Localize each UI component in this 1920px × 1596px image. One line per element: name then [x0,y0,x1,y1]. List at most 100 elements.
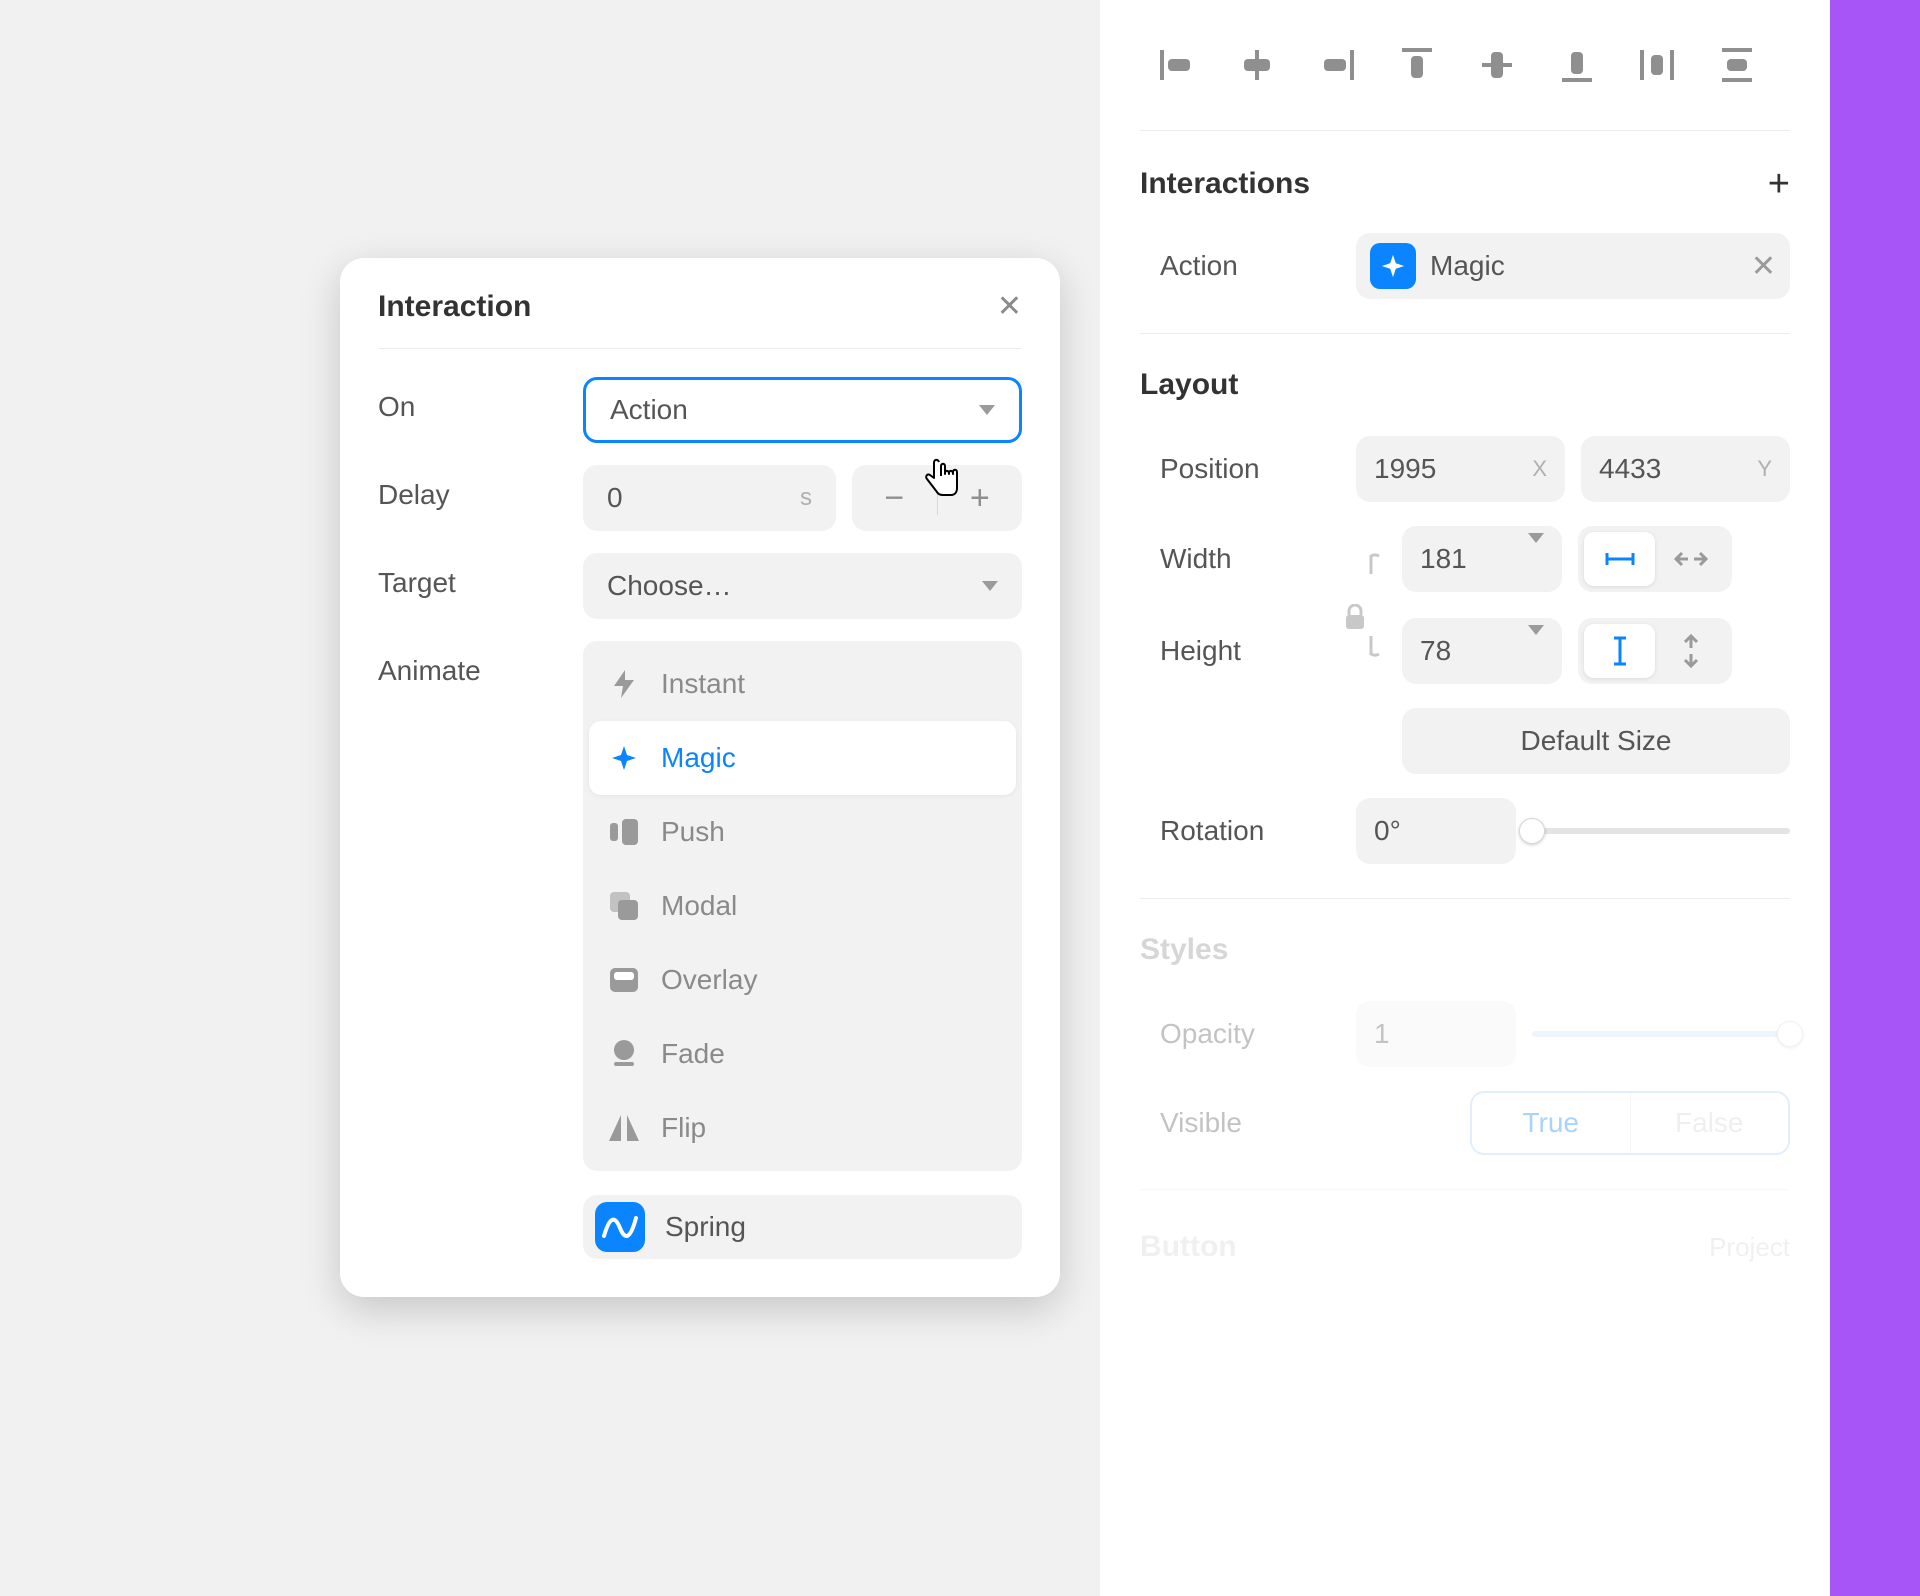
rotation-value: 0° [1374,815,1401,847]
slider-thumb[interactable] [1519,818,1545,844]
height-input[interactable]: 78 [1402,618,1562,684]
height-sizing-toggle [1578,618,1732,684]
on-label: On [378,377,583,423]
stepper-minus[interactable]: − [852,481,937,515]
add-interaction-button[interactable]: + [1768,165,1790,203]
width-fixed-toggle[interactable] [1584,532,1655,586]
align-top-icon[interactable] [1388,40,1446,90]
visible-toggle: True False [1470,1091,1790,1155]
target-label: Target [378,553,583,599]
easing-label: Spring [665,1211,746,1243]
position-y-value: 4433 [1599,453,1661,485]
animate-instant-label: Instant [661,668,745,700]
bolt-icon [609,669,639,699]
target-select[interactable]: Choose… [583,553,1022,619]
sparkle-icon [609,743,639,773]
position-x-value: 1995 [1374,453,1436,485]
slider-track [1532,828,1790,834]
animate-magic[interactable]: Magic [589,721,1016,795]
x-suffix: X [1532,456,1547,482]
visible-true[interactable]: True [1472,1093,1630,1153]
push-icon [609,817,639,847]
stepper-plus[interactable]: + [938,481,1023,515]
delay-input[interactable]: 0 s [583,465,836,531]
animate-flip-label: Flip [661,1112,706,1144]
align-center-v-icon[interactable] [1468,40,1526,90]
position-x-input[interactable]: 1995 X [1356,436,1565,502]
animate-fade-label: Fade [661,1038,725,1070]
visible-false[interactable]: False [1631,1093,1789,1153]
align-center-h-icon[interactable] [1228,40,1286,90]
slider-track [1532,1031,1790,1037]
modal-icon [609,891,639,921]
height-label: Height [1140,635,1340,667]
rotation-slider[interactable] [1532,798,1790,864]
align-bottom-icon[interactable] [1548,40,1606,90]
width-label: Width [1140,543,1340,575]
sparkle-icon [1370,243,1416,289]
on-trigger-select[interactable]: Action [583,377,1022,443]
animate-modal-label: Modal [661,890,737,922]
purple-strip [1830,0,1920,1596]
visible-label: Visible [1140,1107,1340,1139]
animate-label: Animate [378,641,583,687]
inspector-panel: Interactions + Action Magic ✕ Layout Pos… [1100,0,1830,1596]
delay-stepper: − + [852,465,1022,531]
rotation-label: Rotation [1140,815,1340,847]
width-value: 181 [1420,543,1467,575]
target-value: Choose… [607,570,732,602]
component-scope: Project [1709,1232,1790,1263]
width-sizing-toggle [1578,526,1732,592]
animate-magic-label: Magic [661,742,736,774]
width-input[interactable]: 181 [1402,526,1562,592]
delay-label: Delay [378,465,583,511]
position-y-input[interactable]: 4433 Y [1581,436,1790,502]
distribute-v-icon[interactable] [1708,40,1766,90]
component-name: Button [1140,1230,1237,1264]
easing-select[interactable]: Spring [583,1195,1022,1259]
on-trigger-value: Action [610,394,688,426]
flip-icon [609,1113,639,1143]
interactions-title: Interactions [1140,167,1310,201]
alignment-controls [1140,40,1790,90]
link-top-icon [1356,544,1386,574]
distribute-h-icon[interactable] [1628,40,1686,90]
animate-overlay-label: Overlay [661,964,757,996]
animate-flip[interactable]: Flip [589,1091,1016,1165]
animate-modal[interactable]: Modal [589,869,1016,943]
height-fixed-toggle[interactable] [1584,624,1655,678]
opacity-label: Opacity [1140,1018,1340,1050]
close-icon[interactable]: ✕ [997,292,1022,322]
animate-instant[interactable]: Instant [589,647,1016,721]
chevron-down-icon [982,581,998,591]
link-bottom-icon [1356,636,1386,666]
default-size-button[interactable]: Default Size [1402,708,1790,774]
popover-title: Interaction [378,290,531,324]
interaction-chip-label: Magic [1430,250,1737,282]
animate-fade[interactable]: Fade [589,1017,1016,1091]
styles-title: Styles [1140,933,1228,967]
action-label: Action [1140,250,1340,282]
animate-option-list: Instant Magic Push [583,641,1022,1171]
fade-icon [609,1039,639,1069]
remove-interaction-icon[interactable]: ✕ [1751,249,1776,284]
slider-thumb[interactable] [1777,1021,1803,1047]
height-value: 78 [1420,635,1451,667]
lock-icon[interactable] [1340,604,1370,630]
rotation-input[interactable]: 0° [1356,798,1516,864]
delay-unit: s [800,484,812,512]
opacity-slider[interactable] [1532,1001,1790,1067]
animate-push[interactable]: Push [589,795,1016,869]
layout-title: Layout [1140,368,1238,402]
align-left-icon[interactable] [1148,40,1206,90]
animate-overlay[interactable]: Overlay [589,943,1016,1017]
height-fill-toggle[interactable] [1655,624,1726,678]
align-right-icon[interactable] [1308,40,1366,90]
overlay-icon [609,965,639,995]
width-fill-toggle[interactable] [1655,532,1726,586]
spring-curve-icon [595,1202,645,1252]
position-label: Position [1140,453,1340,485]
interaction-chip[interactable]: Magic ✕ [1356,233,1790,299]
opacity-input[interactable]: 1 [1356,1001,1516,1067]
chevron-down-icon [979,405,995,415]
